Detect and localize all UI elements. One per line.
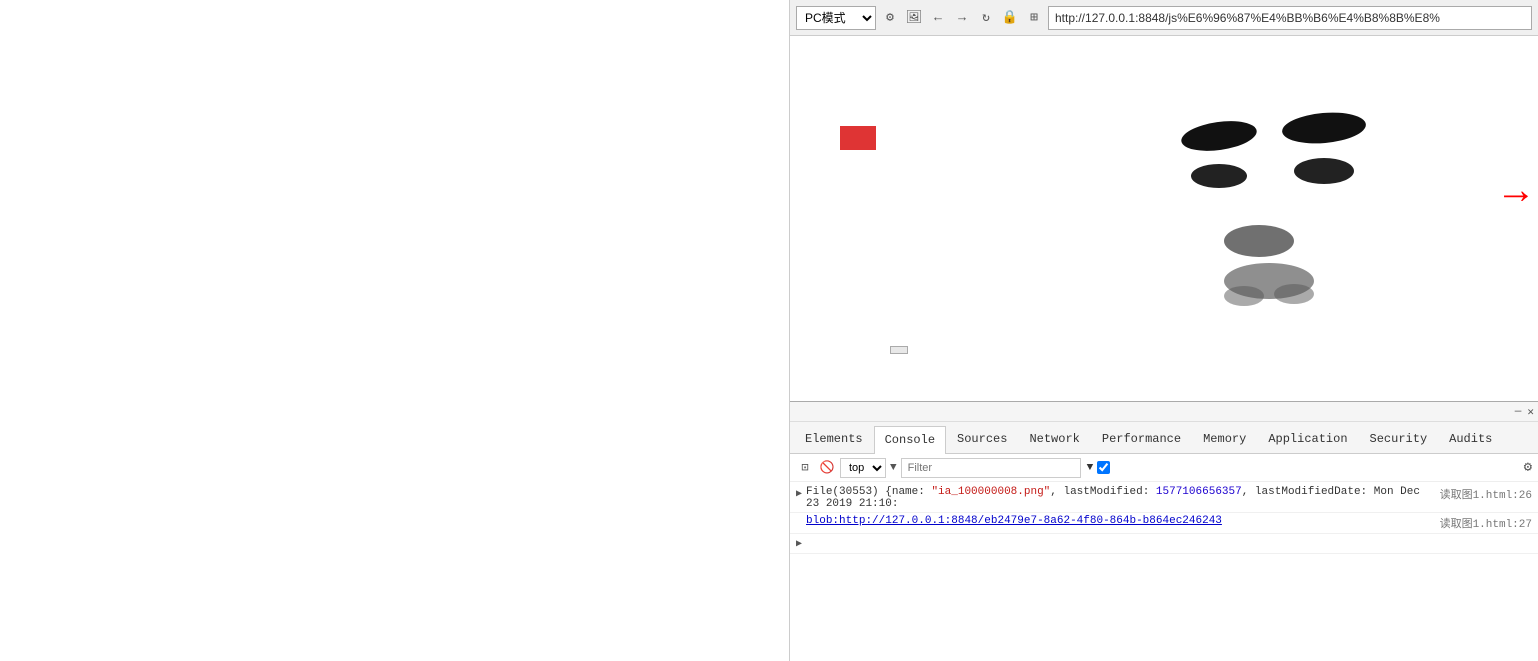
tab-audits[interactable]: Audits: [1438, 425, 1503, 453]
browser-toolbar: PC模式 ⚙ 🖼 ← → ↻ 🔒 ⊞: [790, 0, 1538, 36]
annotation-arrow: →: [1504, 171, 1528, 216]
url-bar[interactable]: [1048, 6, 1532, 30]
dropdown-arrow-icon: ▼: [890, 462, 897, 474]
devtools-titlebar: — ✕: [790, 402, 1538, 422]
tab-elements[interactable]: Elements: [794, 425, 874, 453]
tab-security[interactable]: Security: [1359, 425, 1439, 453]
context-select[interactable]: top: [840, 458, 886, 478]
default-levels-label[interactable]: ▼: [1085, 462, 1094, 474]
devtools-console-content: ▶ File(30553) {name: "ia_100000008.png",…: [790, 482, 1538, 661]
console-text-blob: blob:http://127.0.0.1:8848/eb2479e7-8a62…: [806, 515, 1432, 527]
annotation-overlay: [840, 126, 876, 150]
devtools-close-icon[interactable]: ✕: [1527, 405, 1534, 419]
browser-mode-select[interactable]: PC模式: [796, 6, 876, 30]
face-image: [1104, 56, 1424, 336]
devtools-tabs: Elements Console Sources Network Perform…: [790, 422, 1538, 454]
lock-icon[interactable]: 🔒: [1000, 8, 1020, 28]
console-row-blob: ▶ blob:http://127.0.0.1:8848/eb2479e7-8a…: [790, 513, 1538, 534]
blob-url-link[interactable]: blob:http://127.0.0.1:8848/eb2479e7-8a62…: [806, 515, 1222, 527]
tab-console[interactable]: Console: [874, 426, 946, 454]
reload-icon[interactable]: ↻: [976, 8, 996, 28]
console-source-file[interactable]: 读取图1.html:26: [1440, 486, 1532, 502]
clear-console-icon[interactable]: 🚫: [818, 459, 836, 477]
console-source-blob[interactable]: 读取图1.html:27: [1440, 515, 1532, 531]
group-similar-label: [1097, 461, 1114, 474]
expand-icon[interactable]: ▶: [796, 488, 802, 500]
forward-icon[interactable]: →: [952, 8, 972, 28]
tab-performance[interactable]: Performance: [1091, 425, 1192, 453]
expand-icon-2[interactable]: ▶: [796, 538, 802, 550]
console-row-file: ▶ File(30553) {name: "ia_100000008.png",…: [790, 484, 1538, 513]
choose-file-button[interactable]: [890, 346, 908, 354]
back-icon[interactable]: ←: [928, 8, 948, 28]
console-row-arrow: ▶: [790, 534, 1538, 554]
devtools-minimize-icon[interactable]: —: [1515, 406, 1522, 418]
grid-icon[interactable]: ⊞: [1024, 8, 1044, 28]
devtools-settings-icon[interactable]: ⚙: [1524, 459, 1532, 476]
default-levels-arrow: ▼: [1087, 462, 1094, 474]
code-editor: [0, 0, 790, 661]
screenshot-icon[interactable]: 🖼: [904, 8, 924, 28]
refresh-icon[interactable]: ⚙: [880, 8, 900, 28]
console-filter-input[interactable]: [901, 458, 1081, 478]
console-text-file: File(30553) {name: "ia_100000008.png", l…: [806, 486, 1432, 510]
tab-memory[interactable]: Memory: [1192, 425, 1257, 453]
tab-application[interactable]: Application: [1257, 425, 1358, 453]
tab-network[interactable]: Network: [1018, 425, 1090, 453]
devtools-panel: — ✕ Elements Console Sources Network Per…: [790, 401, 1538, 661]
browser-panel: PC模式 ⚙ 🖼 ← → ↻ 🔒 ⊞: [790, 0, 1538, 661]
group-similar-checkbox[interactable]: [1097, 461, 1110, 474]
tab-sources[interactable]: Sources: [946, 425, 1018, 453]
inspect-icon[interactable]: ⊡: [796, 459, 814, 477]
browser-content: →: [790, 36, 1538, 401]
file-input-row: [890, 346, 916, 354]
devtools-console-toolbar: ⊡ 🚫 top ▼ ▼ ⚙: [790, 454, 1538, 482]
